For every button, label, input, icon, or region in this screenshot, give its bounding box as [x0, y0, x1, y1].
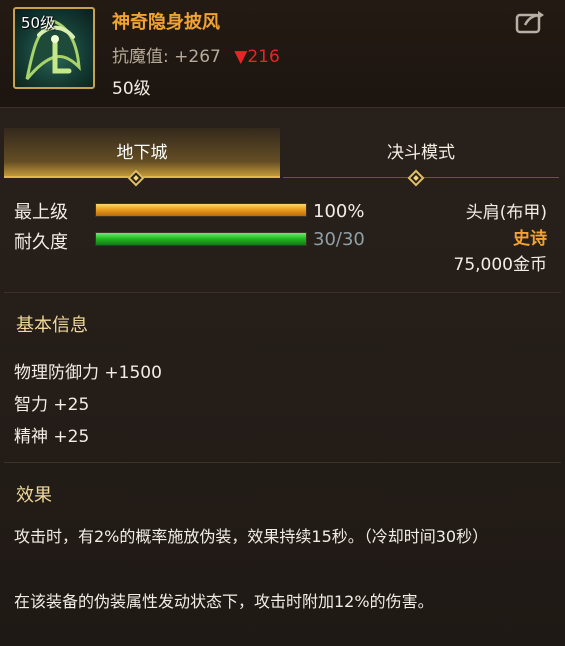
- upgrade-value: 100%: [313, 201, 365, 222]
- icon-level-badge: 50级: [21, 14, 56, 32]
- item-header: 50级 神奇隐身披风 抗魔值: +267 ▼216 50级: [0, 0, 565, 108]
- upgrade-bar: [95, 203, 307, 217]
- durability-bar-fill: [96, 233, 306, 245]
- magic-resist-change: ▼216: [234, 47, 280, 67]
- stat-physical-defense: 物理防御力 +1500: [14, 363, 162, 383]
- magic-resist-value: +267: [174, 47, 221, 67]
- mode-tabs: 地下城 决斗模式: [0, 128, 565, 178]
- durability-label: 耐久度: [14, 232, 68, 253]
- durability-bar: [95, 232, 307, 246]
- stat-intelligence: 智力 +25: [14, 395, 90, 415]
- item-level: 50级: [112, 79, 151, 99]
- share-button[interactable]: [515, 9, 547, 35]
- rarity-label: 史诗: [513, 229, 547, 249]
- tab-dungeon[interactable]: 地下城: [4, 128, 280, 178]
- tab-duel-mode[interactable]: 决斗模式: [283, 128, 559, 178]
- durability-value: 30/30: [313, 229, 365, 250]
- sell-price: 75,000金币: [453, 255, 547, 275]
- effect-line-2: 在该装备的伪装属性发动状态下，攻击时附加12%的伤害。: [14, 592, 434, 611]
- magic-resist-line: 抗魔值: +267 ▼216: [112, 42, 280, 67]
- item-tooltip-panel: 50级 神奇隐身披风 抗魔值: +267 ▼216 50级 地下城 决斗模式 最…: [0, 0, 565, 646]
- share-icon: [515, 11, 544, 34]
- divider: [4, 462, 561, 463]
- cloak-item-icon: 50级: [13, 7, 95, 89]
- equipment-slot: 头肩(布甲): [465, 203, 547, 223]
- stat-spirit: 精神 +25: [14, 427, 90, 447]
- item-name: 神奇隐身披风: [112, 12, 220, 33]
- basic-info-title: 基本信息: [16, 315, 88, 336]
- upgrade-label: 最上级: [14, 202, 68, 223]
- upgrade-bar-fill: [96, 204, 306, 216]
- divider: [4, 292, 561, 293]
- magic-resist-label: 抗魔值:: [112, 47, 169, 67]
- effect-line-1: 攻击时，有2%的概率施放伪装，效果持续15秒。（冷却时间30秒）: [14, 527, 489, 546]
- effect-title: 效果: [16, 485, 52, 506]
